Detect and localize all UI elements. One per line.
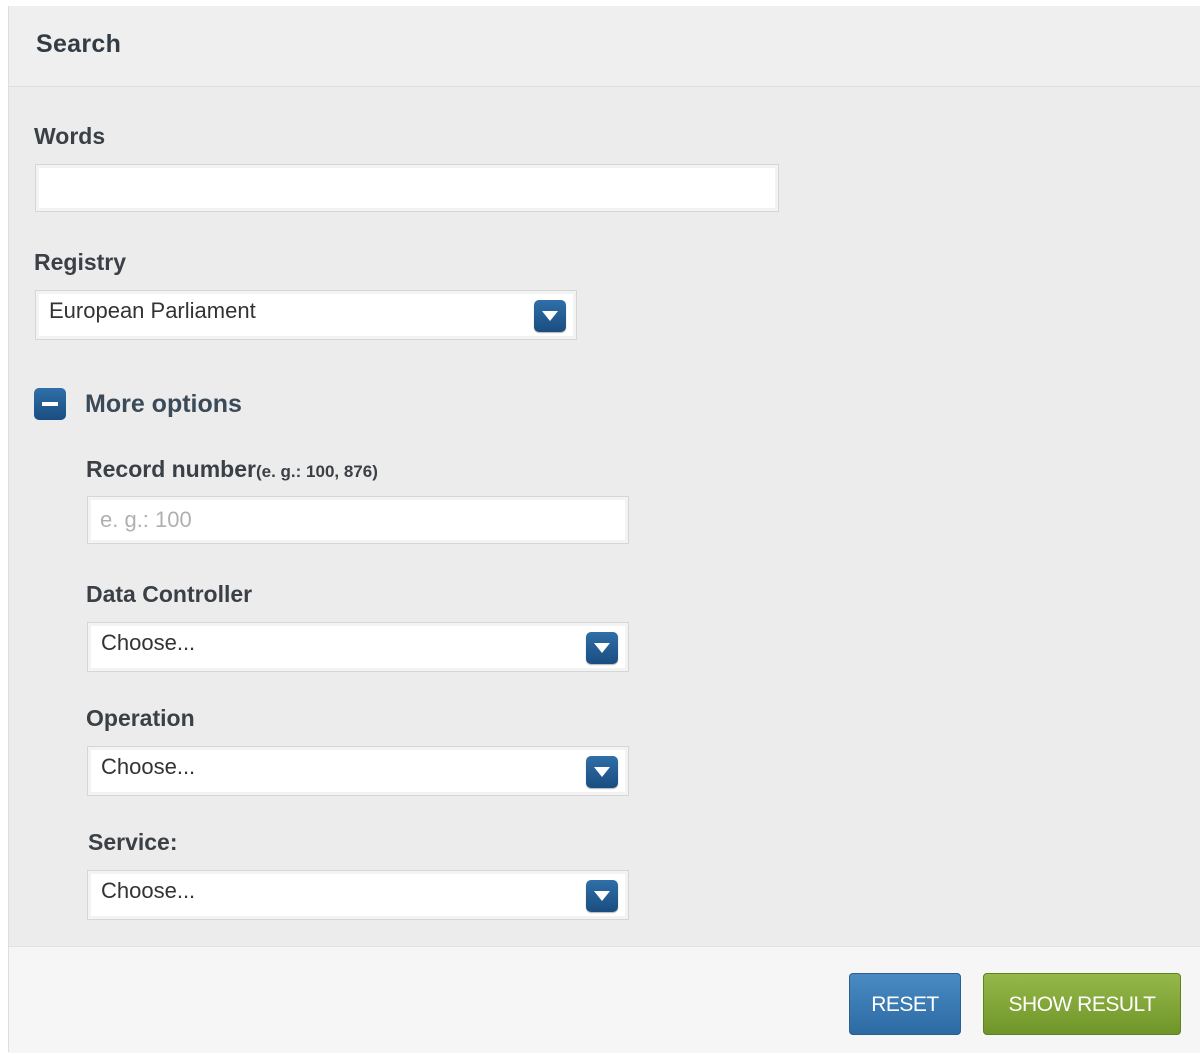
chevron-down-icon[interactable]: [534, 300, 566, 332]
show-result-button[interactable]: SHOW RESULT: [983, 973, 1181, 1035]
words-label: Words: [34, 123, 106, 149]
record-number-label: Record number(e. g.: 100, 876): [86, 456, 378, 483]
record-number-label-text: Record number: [86, 456, 256, 482]
form-footer: RESET SHOW RESULT: [9, 946, 1200, 1053]
panel-header: Search: [9, 6, 1200, 87]
more-options-toggle[interactable]: More options: [85, 390, 242, 419]
search-panel: Search Words Registry European Parliamen…: [8, 6, 1200, 1053]
chevron-down-icon[interactable]: [586, 632, 618, 664]
minus-icon[interactable]: [34, 388, 66, 420]
page-title: Search: [36, 30, 122, 58]
service-label: Service:: [88, 829, 178, 855]
registry-selected-value: European Parliament: [49, 298, 256, 323]
registry-label: Registry: [34, 249, 127, 275]
service-selected-value: Choose...: [101, 878, 196, 903]
record-number-input[interactable]: [87, 496, 629, 544]
operation-selected-value: Choose...: [101, 754, 196, 779]
chevron-down-icon[interactable]: [586, 756, 618, 788]
operation-label: Operation: [86, 705, 195, 731]
service-select[interactable]: Choose...: [87, 870, 629, 920]
data-controller-select[interactable]: Choose...: [87, 622, 629, 672]
record-number-hint: (e. g.: 100, 876): [255, 462, 378, 481]
words-input[interactable]: [35, 164, 779, 212]
data-controller-label: Data Controller: [86, 581, 253, 607]
registry-select[interactable]: European Parliament: [35, 290, 577, 340]
operation-select[interactable]: Choose...: [87, 746, 629, 796]
reset-button[interactable]: RESET: [849, 973, 961, 1035]
data-controller-selected-value: Choose...: [101, 630, 196, 655]
chevron-down-icon[interactable]: [586, 880, 618, 912]
